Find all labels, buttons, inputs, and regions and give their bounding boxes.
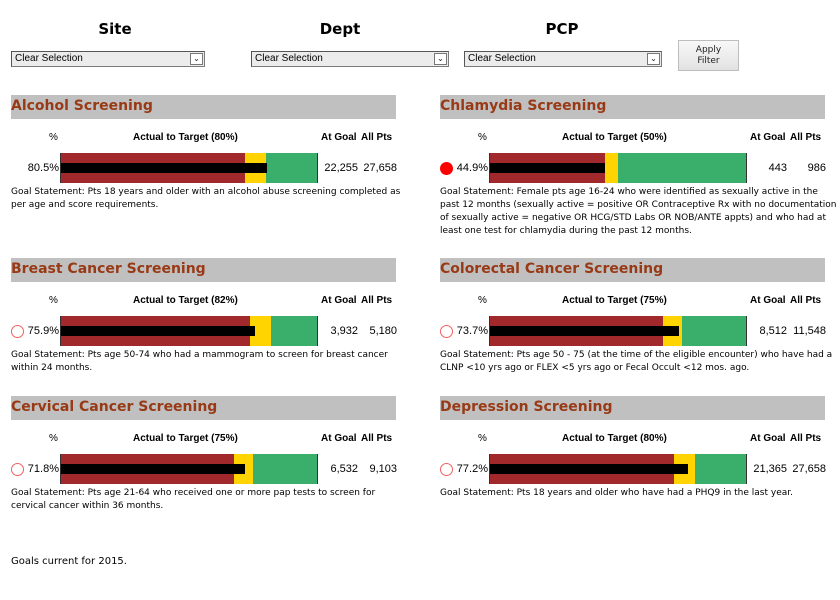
chevron-down-icon[interactable]: ⌄ — [434, 53, 447, 65]
all-pts-header: All Pts — [790, 132, 822, 143]
chevron-down-icon[interactable]: ⌄ — [647, 53, 660, 65]
pct-column-header: % — [478, 132, 487, 143]
at-goal-header: At Goal — [750, 132, 786, 143]
panel-title: Colorectal Cancer Screening — [440, 261, 664, 277]
pct-column-header: % — [478, 295, 487, 306]
actual-percent: 77.2% — [456, 463, 488, 475]
pcp-label: PCP — [545, 20, 579, 38]
actual-to-target-header: Actual to Target (75%) — [562, 295, 667, 306]
all-pts-value: 27,658 — [363, 162, 397, 174]
chevron-down-icon[interactable]: ⌄ — [190, 53, 203, 65]
panel-title: Alcohol Screening — [11, 98, 153, 114]
pct-column-header: % — [478, 433, 487, 444]
actual-percent: 80.5% — [27, 162, 59, 174]
bullet-bar — [60, 454, 318, 484]
panel-title: Cervical Cancer Screening — [11, 399, 218, 415]
actual-value-bar — [490, 464, 688, 474]
at-goal-value: 443 — [768, 162, 787, 174]
bullet-bar — [60, 316, 318, 346]
actual-to-target-header: Actual to Target (50%) — [562, 132, 667, 143]
all-pts-value: 986 — [807, 162, 826, 174]
site-select[interactable]: Clear Selection ⌄ — [11, 51, 205, 67]
pct-column-header: % — [49, 433, 58, 444]
all-pts-header: All Pts — [361, 433, 393, 444]
footer-note: Goals current for 2015. — [11, 556, 127, 567]
apply-filter-button[interactable]: Apply Filter — [678, 40, 739, 71]
actual-percent: 44.9% — [456, 162, 488, 174]
band-at-goal — [618, 153, 746, 183]
actual-value-bar — [61, 464, 245, 474]
at-goal-header: At Goal — [321, 132, 357, 143]
bullet-bar — [489, 454, 747, 484]
at-goal-value: 21,365 — [753, 463, 787, 475]
bullet-bar — [489, 316, 747, 346]
pct-column-header: % — [49, 132, 58, 143]
actual-percent: 73.7% — [456, 325, 488, 337]
actual-percent: 75.9% — [27, 325, 59, 337]
panel-title: Depression Screening — [440, 399, 613, 415]
all-pts-header: All Pts — [361, 295, 393, 306]
all-pts-value: 27,658 — [792, 463, 826, 475]
at-goal-header: At Goal — [321, 433, 357, 444]
band-at-goal — [265, 153, 317, 183]
goal-statement: Goal Statement: Pts age 21-64 who receiv… — [11, 488, 376, 511]
dept-select[interactable]: Clear Selection ⌄ — [251, 51, 449, 67]
goal-statement: Goal Statement: Pts age 50 - 75 (at the … — [440, 350, 833, 373]
bullet-bar — [60, 153, 318, 183]
goal-statement: Goal Statement: Pts age 50-74 who had a … — [11, 350, 388, 373]
actual-percent: 71.8% — [27, 463, 59, 475]
pcp-select-value: Clear Selection — [468, 53, 536, 64]
goal-statement: Goal Statement: Pts 18 years and older w… — [440, 488, 793, 498]
all-pts-value: 11,548 — [793, 325, 826, 337]
actual-value-bar — [61, 163, 268, 173]
site-select-value: Clear Selection — [15, 53, 83, 64]
actual-value-bar — [61, 326, 256, 336]
dept-select-value: Clear Selection — [255, 53, 323, 64]
at-goal-header: At Goal — [750, 433, 786, 444]
actual-value-bar — [490, 326, 679, 336]
apply-filter-label-1: Apply — [695, 45, 722, 55]
all-pts-header: All Pts — [790, 433, 822, 444]
pct-column-header: % — [49, 295, 58, 306]
actual-to-target-header: Actual to Target (82%) — [133, 295, 238, 306]
pcp-select[interactable]: Clear Selection ⌄ — [464, 51, 662, 67]
actual-to-target-header: Actual to Target (75%) — [133, 433, 238, 444]
all-pts-header: All Pts — [361, 132, 393, 143]
at-goal-header: At Goal — [321, 295, 357, 306]
band-at-goal — [682, 316, 746, 346]
at-goal-value: 6,532 — [330, 463, 358, 475]
at-goal-header: At Goal — [750, 295, 786, 306]
goal-statement: Goal Statement: Pts 18 years and older w… — [11, 187, 401, 210]
all-pts-value: 9,103 — [369, 463, 397, 475]
apply-filter-label-2: Filter — [697, 56, 720, 66]
actual-to-target-header: Actual to Target (80%) — [133, 132, 238, 143]
all-pts-header: All Pts — [790, 295, 822, 306]
at-goal-value: 3,932 — [330, 325, 358, 337]
band-at-goal — [694, 454, 746, 484]
site-label: Site — [98, 20, 132, 38]
panel-title: Breast Cancer Screening — [11, 261, 206, 277]
at-goal-value: 8,512 — [759, 325, 787, 337]
band-at-goal — [270, 316, 317, 346]
goal-statement: Goal Statement: Female pts age 16-24 who… — [440, 187, 837, 236]
all-pts-value: 5,180 — [369, 325, 397, 337]
dept-label: Dept — [319, 20, 361, 38]
at-goal-value: 22,255 — [324, 162, 358, 174]
panel-title: Chlamydia Screening — [440, 98, 607, 114]
band-near-target — [605, 153, 618, 183]
actual-to-target-header: Actual to Target (80%) — [562, 433, 667, 444]
actual-value-bar — [490, 163, 605, 173]
band-at-goal — [253, 454, 317, 484]
bullet-bar — [489, 153, 747, 183]
